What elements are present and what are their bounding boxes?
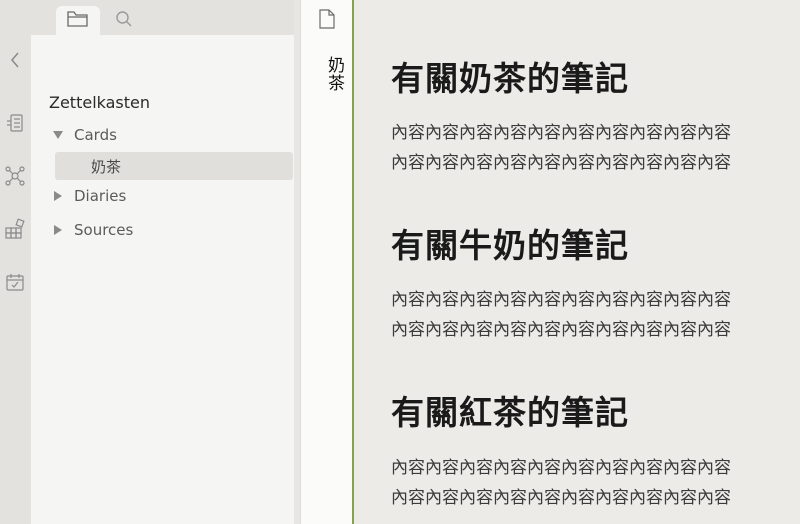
sidebar-tab-bar bbox=[31, 0, 294, 35]
heading-2[interactable]: 有關牛奶的筆記 bbox=[391, 219, 629, 267]
body-line[interactable]: 內容內容內容內容內容內容內容內容內容內容 bbox=[391, 485, 800, 511]
tree-item-label: 奶茶 bbox=[91, 157, 122, 176]
tree-item-label: Cards bbox=[74, 126, 117, 144]
file-tree: Zettelkasten Cards 奶茶 Diaries Sources bbox=[31, 35, 294, 524]
body-line[interactable]: 內容內容內容內容內容內容內容內容內容內容 bbox=[391, 287, 800, 313]
heading-3[interactable]: 有關紅茶的筆記 bbox=[391, 386, 629, 434]
file-explorer-sidebar: Zettelkasten Cards 奶茶 Diaries Sources bbox=[31, 0, 294, 524]
body-line[interactable]: 內容內容內容內容內容內容內容內容內容內容 bbox=[391, 455, 800, 481]
tab-files[interactable] bbox=[56, 6, 100, 35]
body-line[interactable]: 內容內容內容內容內容內容內容內容內容內容 bbox=[391, 317, 800, 343]
body-line[interactable]: 內容內容內容內容內容內容內容內容內容內容 bbox=[391, 150, 800, 176]
tree-folder-cards[interactable]: Cards bbox=[31, 121, 294, 149]
expanded-arrow-icon bbox=[53, 130, 63, 140]
note-editor[interactable]: 有關奶茶的筆記 內容內容內容內容內容內容內容內容內容內容 內容內容內容內容內容內… bbox=[354, 0, 800, 524]
blocks-icon[interactable] bbox=[4, 218, 26, 240]
left-ribbon bbox=[0, 0, 31, 524]
folder-icon bbox=[67, 10, 89, 32]
graph-icon[interactable] bbox=[4, 165, 26, 187]
tree-file-selected[interactable]: 奶茶 bbox=[55, 152, 293, 180]
note-title-strip: 奶茶 bbox=[300, 0, 352, 524]
body-line[interactable]: 內容內容內容內容內容內容內容內容內容內容 bbox=[391, 120, 800, 146]
calendar-icon[interactable] bbox=[4, 271, 26, 293]
vault-name: Zettelkasten bbox=[49, 93, 151, 112]
heading-1[interactable]: 有關奶茶的筆記 bbox=[391, 52, 629, 100]
vertical-note-title[interactable]: 奶茶 bbox=[310, 56, 344, 92]
outline-icon[interactable] bbox=[4, 112, 26, 134]
collapsed-arrow-icon bbox=[53, 191, 63, 201]
app-window: Zettelkasten Cards 奶茶 Diaries Sources 奶茶… bbox=[0, 0, 800, 524]
tree-folder-diaries[interactable]: Diaries bbox=[31, 182, 294, 210]
collapsed-arrow-icon bbox=[53, 225, 63, 235]
tree-item-label: Diaries bbox=[74, 187, 127, 205]
collapse-chevron-icon[interactable] bbox=[4, 49, 26, 71]
tab-search[interactable] bbox=[102, 6, 146, 35]
search-icon bbox=[115, 10, 133, 32]
tree-folder-sources[interactable]: Sources bbox=[31, 216, 294, 244]
document-icon[interactable] bbox=[318, 8, 336, 30]
tree-item-label: Sources bbox=[74, 221, 134, 239]
